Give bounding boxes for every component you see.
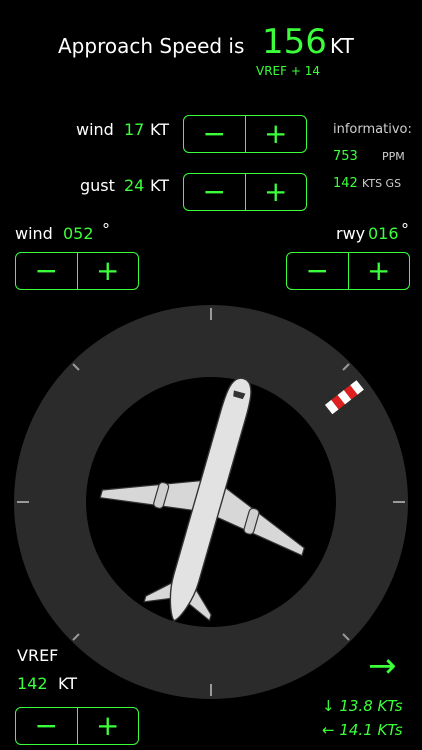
- wind-direction-label: wind: [15, 224, 53, 243]
- wind-speed-minus-button[interactable]: −: [184, 116, 245, 152]
- ppm-unit: PPM: [382, 150, 405, 163]
- gust-plus-button[interactable]: +: [244, 174, 307, 210]
- vref-offset: VREF + 14: [256, 64, 320, 78]
- gust-label: gust: [80, 176, 115, 195]
- gust-unit: KT: [150, 176, 170, 195]
- wind-direction-stepper: − +: [15, 252, 139, 290]
- runway-plus-button[interactable]: +: [347, 253, 410, 289]
- vref-value: 142: [17, 674, 48, 693]
- gs-value: 142: [333, 176, 358, 191]
- gs-unit: KTS GS: [362, 177, 402, 190]
- compass-dial[interactable]: [0, 300, 422, 710]
- wind-direction-value: 052: [63, 224, 94, 243]
- gust-stepper: − +: [183, 173, 307, 211]
- approach-speed-label: Approach Speed is: [58, 34, 245, 58]
- crosswind-component: ← 14.1 KTs: [322, 721, 403, 739]
- wind-speed-stepper: − +: [183, 115, 307, 153]
- gust-value: 24: [124, 176, 145, 195]
- runway-unit: °: [401, 220, 409, 239]
- wind-speed-label: wind: [76, 120, 114, 139]
- headwind-component: ↓ 13.8 KTs: [322, 697, 403, 715]
- approach-speed-value: 156: [262, 22, 327, 62]
- approach-speed-unit: KT: [330, 34, 354, 58]
- wind-speed-plus-button[interactable]: +: [244, 116, 307, 152]
- vref-minus-button[interactable]: −: [16, 708, 77, 744]
- ppm-value: 753: [333, 149, 358, 164]
- runway-value: 016: [368, 224, 399, 243]
- approach-speed-header: Approach Speed is 156 KT: [0, 22, 422, 72]
- vref-label: VREF: [17, 646, 59, 665]
- vref-unit: KT: [58, 674, 78, 693]
- runway-stepper: − +: [286, 252, 410, 290]
- wind-speed-value: 17: [124, 120, 145, 139]
- wind-direction-unit: °: [102, 220, 110, 239]
- gust-minus-button[interactable]: −: [184, 174, 245, 210]
- vref-stepper: − +: [15, 707, 139, 745]
- next-arrow-icon[interactable]: →: [368, 646, 397, 686]
- wind-speed-unit: KT: [150, 120, 170, 139]
- informativo-label: informativo:: [333, 122, 412, 137]
- runway-label: rwy: [336, 224, 366, 243]
- wind-direction-minus-button[interactable]: −: [16, 253, 77, 289]
- wind-direction-plus-button[interactable]: +: [76, 253, 139, 289]
- vref-plus-button[interactable]: +: [76, 708, 139, 744]
- runway-minus-button[interactable]: −: [287, 253, 348, 289]
